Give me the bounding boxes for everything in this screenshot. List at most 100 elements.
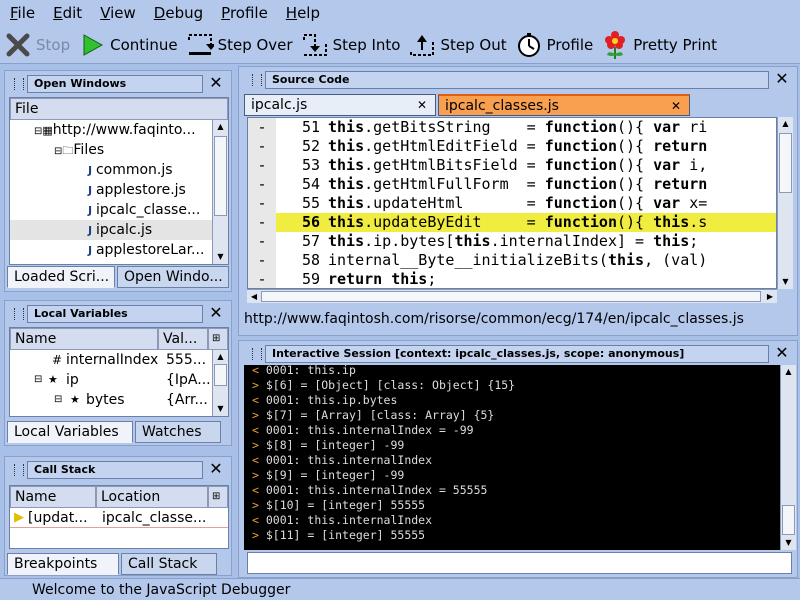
- breakpoint-gutter[interactable]: -: [248, 118, 276, 137]
- step-over-button[interactable]: Step Over: [186, 28, 293, 62]
- pretty-print-button[interactable]: Pretty Print: [601, 28, 717, 62]
- tab-loaded-scripts[interactable]: Loaded Scri...: [7, 266, 115, 288]
- close-tab-icon[interactable]: ✕: [417, 95, 427, 115]
- collapse-icon[interactable]: ⊟: [34, 370, 42, 390]
- scroll-thumb[interactable]: [214, 364, 227, 386]
- variable-row[interactable]: # internalIndex 555...: [10, 350, 210, 370]
- breakpoint-gutter[interactable]: -: [248, 270, 276, 288]
- code-line[interactable]: -52 this.getHtmlEditField = function(){ r…: [248, 137, 776, 156]
- scroll-thumb[interactable]: [214, 136, 227, 216]
- step-out-button[interactable]: Step Out: [408, 28, 507, 62]
- scroll-up-icon[interactable]: ▲: [213, 350, 228, 364]
- code-line[interactable]: -51 this.getBitsString = function(){ var …: [248, 118, 776, 137]
- tab-open-windows[interactable]: Open Windo...: [117, 266, 229, 288]
- code-vertical-scrollbar[interactable]: ▲ ▼: [777, 117, 793, 289]
- vertical-scrollbar[interactable]: ▲ ▼: [212, 120, 228, 264]
- breakpoint-gutter[interactable]: -: [248, 175, 276, 194]
- menu-file[interactable]: File: [0, 0, 43, 26]
- column-header-value[interactable]: Val...: [158, 328, 208, 350]
- console-output[interactable]: < 0001: this.ip > $[6] = [Object] [class…: [244, 365, 780, 550]
- step-into-button[interactable]: Step Into: [301, 28, 400, 62]
- close-icon[interactable]: ✕: [207, 74, 225, 92]
- code-line[interactable]: -55 this.updateHtml = function(){ var x=: [248, 194, 776, 213]
- console-line: > $[10] = [integer] 55555: [252, 498, 426, 512]
- scroll-left-icon[interactable]: ◀: [247, 290, 261, 303]
- call-stack-panel: Call Stack ✕ Name Location ⊞ ▶ [updat...…: [4, 456, 232, 576]
- code-line[interactable]: -57 this.ip.bytes[this.internalIndex] = t…: [248, 232, 776, 251]
- scroll-thumb[interactable]: [779, 133, 792, 193]
- vertical-scrollbar[interactable]: ▲ ▼: [212, 350, 228, 416]
- variable-row[interactable]: ⊟ ★ ip {IpA...: [10, 370, 211, 390]
- menu-debug[interactable]: Debug: [144, 0, 211, 26]
- code-line[interactable]: -58 internal__Byte__initializeBits(this, …: [248, 251, 776, 270]
- stack-frame-row[interactable]: ▶ [updat... ipcalc_classe...: [10, 508, 228, 528]
- breakpoint-gutter[interactable]: -: [248, 137, 276, 156]
- code-line[interactable]: -54 this.getHtmlFullForm = function(){ re…: [248, 175, 776, 194]
- column-header-name[interactable]: Name: [10, 328, 158, 350]
- column-picker-icon[interactable]: ⊞: [208, 486, 228, 508]
- close-icon[interactable]: ✕: [773, 70, 791, 88]
- menu-help[interactable]: Help: [276, 0, 328, 26]
- scroll-thumb[interactable]: [261, 291, 761, 302]
- scroll-right-icon[interactable]: ▶: [763, 290, 777, 303]
- breakpoint-gutter[interactable]: -: [248, 194, 276, 213]
- console-input[interactable]: [247, 552, 792, 574]
- menu-view[interactable]: View: [90, 0, 144, 26]
- tab-ipcalc-js[interactable]: ipcalc.js ✕: [244, 94, 436, 116]
- tab-ipcalc-classes-js[interactable]: ipcalc_classes.js ✕: [438, 94, 690, 116]
- panel-title: Local Variables: [14, 305, 203, 323]
- console-line: < 0001: this.ip.bytes: [252, 393, 398, 407]
- console-line: < 0001: this.ip: [252, 365, 356, 377]
- tree-item-script[interactable]: J ipcalc_classe...: [88, 200, 200, 220]
- scroll-down-icon[interactable]: ▼: [213, 402, 228, 416]
- breakpoint-gutter[interactable]: -: [248, 156, 276, 175]
- panel-title: Call Stack: [14, 461, 203, 479]
- tree-item-files[interactable]: ⊟🗀Files: [54, 140, 104, 160]
- tree-item-script[interactable]: J applestoreLar...: [88, 240, 204, 260]
- scroll-down-icon[interactable]: ▼: [778, 275, 793, 289]
- breakpoint-gutter[interactable]: -: [248, 251, 276, 270]
- close-icon[interactable]: ✕: [207, 304, 225, 322]
- code-horizontal-scrollbar[interactable]: ◀ ▶: [247, 289, 777, 303]
- code-line[interactable]: -53 this.getHtmlBitsField = function(){ v…: [248, 156, 776, 175]
- code-editor[interactable]: -51 this.getBitsString = function(){ var …: [247, 117, 777, 289]
- close-icon[interactable]: ✕: [773, 344, 791, 362]
- close-tab-icon[interactable]: ✕: [671, 96, 681, 116]
- tree-item-script[interactable]: J applestore.js: [88, 180, 186, 200]
- menu-edit[interactable]: Edit: [43, 0, 90, 26]
- tab-local-variables[interactable]: Local Variables: [7, 421, 133, 443]
- variable-row[interactable]: ⊟ ★ bytes {Arr...: [10, 390, 210, 410]
- column-header-file[interactable]: File: [10, 98, 228, 120]
- current-code-line[interactable]: -56 this.updateByEdit = function(){ this.…: [248, 213, 776, 232]
- breakpoint-gutter[interactable]: -: [248, 213, 276, 232]
- scroll-down-icon[interactable]: ▼: [781, 536, 796, 550]
- continue-button[interactable]: Continue: [78, 28, 178, 62]
- column-header-name[interactable]: Name: [10, 486, 96, 508]
- scroll-up-icon[interactable]: ▲: [781, 365, 796, 379]
- scroll-thumb[interactable]: [782, 505, 795, 535]
- console-line: > $[7] = [Array] [class: Array] {5}: [252, 408, 495, 422]
- stop-button[interactable]: Stop: [4, 28, 70, 62]
- scroll-down-icon[interactable]: ▼: [213, 250, 228, 264]
- tab-breakpoints[interactable]: Breakpoints: [7, 553, 119, 575]
- tab-call-stack[interactable]: Call Stack: [121, 553, 217, 575]
- local-variables-panel: Local Variables ✕ Name Val... ⊞ # intern…: [4, 300, 232, 446]
- call-stack-list: Name Location ⊞ ▶ [updat... ipcalc_class…: [9, 485, 229, 549]
- scroll-up-icon[interactable]: ▲: [778, 117, 793, 131]
- breakpoint-gutter[interactable]: -: [248, 232, 276, 251]
- tree-item-script[interactable]: J ipcalc.js: [10, 220, 212, 240]
- tree-item-script[interactable]: J common.js: [88, 160, 173, 180]
- flower-icon: [601, 30, 629, 59]
- step-into-icon: [301, 31, 329, 59]
- close-icon[interactable]: ✕: [207, 460, 225, 478]
- column-picker-icon[interactable]: ⊞: [208, 328, 228, 350]
- tab-watches[interactable]: Watches: [135, 421, 221, 443]
- profile-button[interactable]: Profile: [515, 28, 593, 62]
- console-vertical-scrollbar[interactable]: ▲ ▼: [780, 365, 796, 550]
- menu-profile[interactable]: Profile: [211, 0, 276, 26]
- column-header-location[interactable]: Location: [96, 486, 208, 508]
- tree-item-url[interactable]: ⊟▦http://www.faqinto...: [34, 120, 196, 140]
- collapse-icon[interactable]: ⊟: [54, 390, 62, 410]
- code-line[interactable]: -59 return this;: [248, 270, 776, 288]
- scroll-up-icon[interactable]: ▲: [213, 120, 228, 134]
